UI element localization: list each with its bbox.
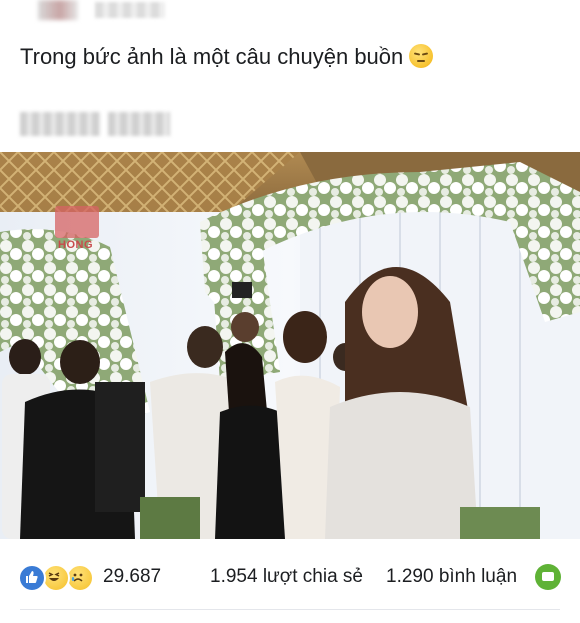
blurred-post-meta (20, 112, 172, 138)
blurred-author-name[interactable] (95, 2, 165, 18)
watermark-text: HONG (58, 239, 93, 251)
blurred-avatar[interactable] (38, 0, 78, 20)
comment-bubble-icon[interactable] (535, 564, 561, 590)
share-count[interactable]: 1.954 lượt chia sẻ (210, 565, 363, 589)
haha-reaction-icon[interactable] (42, 564, 70, 592)
comment-count[interactable]: 1.290 bình luận (386, 565, 517, 589)
pensive-face-emoji-icon (409, 44, 434, 68)
reaction-count[interactable]: 29.687 (103, 565, 161, 589)
divider (20, 609, 560, 610)
post-text: Trong bức ảnh là một câu chuyện buồn (20, 42, 434, 72)
post-caption: Trong bức ảnh là một câu chuyện buồn (20, 44, 404, 69)
reactions-bar: 29.687 1.954 lượt chia sẻ 1.290 bình luậ… (0, 539, 580, 611)
sad-reaction-icon[interactable] (66, 564, 94, 592)
post-header (0, 0, 580, 24)
like-reaction-icon[interactable] (18, 564, 46, 592)
watermark-logo: HONG (55, 206, 101, 254)
post-photo[interactable]: HONG (0, 152, 580, 539)
